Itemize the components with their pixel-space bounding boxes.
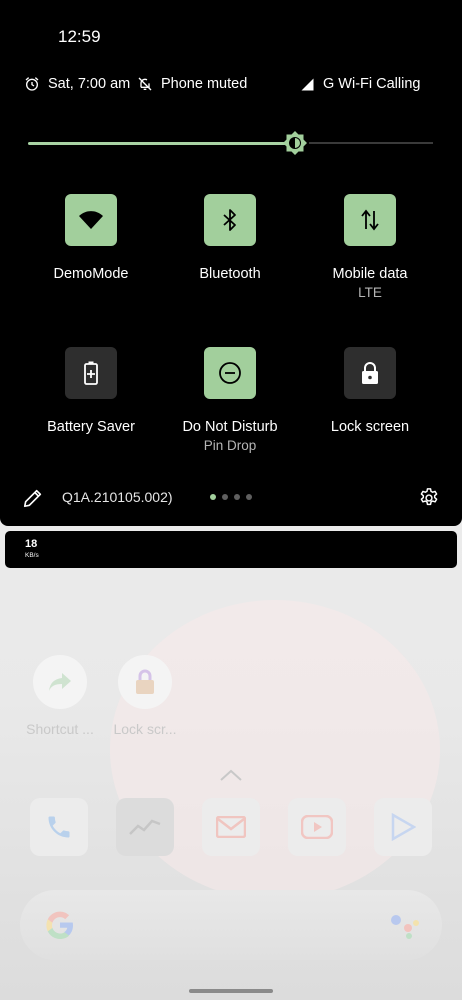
tile-bluetooth[interactable]: Bluetooth <box>155 194 305 282</box>
google-search-bar[interactable] <box>20 890 442 960</box>
home-shortcut-2-label: Lock scr... <box>113 721 177 737</box>
home-shortcut-1[interactable]: Shortcut ... <box>15 655 105 737</box>
tile-lock-screen-label: Lock screen <box>330 419 410 435</box>
page-dot <box>210 494 216 500</box>
phone-app-icon[interactable] <box>30 798 88 856</box>
ringer-status[interactable]: Phone muted <box>137 76 247 92</box>
page-dot <box>222 494 228 500</box>
battery-saver-icon <box>84 361 98 385</box>
tile-mobile-data[interactable]: Mobile data LTE <box>295 194 445 300</box>
lock-icon <box>118 655 172 709</box>
assistant-icon[interactable] <box>388 910 424 940</box>
tile-bluetooth-label: Bluetooth <box>199 266 261 282</box>
home-shortcut-1-label: Shortcut ... <box>26 721 94 737</box>
tile-battery-saver-button[interactable] <box>65 347 117 399</box>
network-status: G Wi-Fi Calling <box>300 76 420 92</box>
tile-do-not-disturb-label: Do Not Disturb <box>182 419 278 435</box>
page-dot <box>246 494 252 500</box>
page-dot <box>234 494 240 500</box>
app-drawer-chevron-icon[interactable] <box>219 768 243 782</box>
do-not-disturb-icon <box>219 362 241 384</box>
home-shortcut-2[interactable]: Lock scr... <box>100 655 190 737</box>
tile-do-not-disturb[interactable]: Do Not Disturb Pin Drop <box>155 347 305 453</box>
next-alarm[interactable]: Sat, 7:00 am <box>24 76 130 92</box>
lock-icon <box>362 362 378 384</box>
status-bar-time: 12:59 <box>58 27 101 46</box>
brightness-track-empty <box>309 142 433 144</box>
edit-pencil-icon[interactable] <box>22 487 44 509</box>
brightness-slider[interactable] <box>28 130 433 156</box>
network-status-text: G Wi-Fi Calling <box>323 76 421 92</box>
bluetooth-icon <box>223 209 236 231</box>
stocks-app-icon[interactable] <box>116 798 174 856</box>
build-number[interactable]: Q1A.210105.002) <box>62 489 173 505</box>
cell-signal-icon <box>301 78 314 90</box>
youtube-app-icon[interactable] <box>288 798 346 856</box>
brightness-track-filled <box>28 142 287 145</box>
tile-lock-screen[interactable]: Lock screen <box>295 347 445 435</box>
brightness-sun-icon[interactable] <box>282 130 308 156</box>
tile-mobile-data-sublabel: LTE <box>358 285 382 300</box>
tile-demo-mode[interactable]: DemoMode <box>16 194 166 282</box>
tile-mobile-data-label: Mobile data <box>332 266 408 282</box>
alarm-clock-icon <box>25 77 39 91</box>
play-store-app-icon[interactable] <box>374 798 432 856</box>
tile-lock-screen-button[interactable] <box>344 347 396 399</box>
share-arrow-icon <box>33 655 87 709</box>
tile-demo-mode-label: DemoMode <box>53 266 129 282</box>
tile-do-not-disturb-button[interactable] <box>204 347 256 399</box>
next-alarm-text: Sat, 7:00 am <box>48 76 131 92</box>
google-g-icon <box>46 911 73 939</box>
quick-settings-panel: 12:59 Sat, 7:00 am Phone muted G Wi-Fi C… <box>0 0 462 526</box>
tile-bluetooth-button[interactable] <box>204 194 256 246</box>
tile-battery-saver-label: Battery Saver <box>47 419 135 435</box>
network-speed-indicator: 18 KB/s <box>5 531 457 568</box>
network-speed-value: 18 <box>25 538 38 550</box>
settings-gear-icon[interactable] <box>418 487 440 509</box>
ringer-status-text: Phone muted <box>161 76 248 92</box>
tile-demo-mode-button[interactable] <box>65 194 117 246</box>
network-speed-unit: KB/s <box>25 552 39 559</box>
quick-settings-info-bar: Sat, 7:00 am Phone muted G Wi-Fi Calling <box>24 76 442 100</box>
tile-do-not-disturb-sublabel: Pin Drop <box>203 438 257 453</box>
tile-mobile-data-button[interactable] <box>344 194 396 246</box>
wifi-icon <box>79 211 103 229</box>
tile-battery-saver[interactable]: Battery Saver <box>16 347 166 435</box>
page-indicator <box>210 494 252 500</box>
mobile-data-arrows-icon <box>361 209 379 231</box>
gmail-app-icon[interactable] <box>202 798 260 856</box>
bell-off-icon <box>138 77 152 91</box>
gesture-nav-handle[interactable] <box>189 989 273 993</box>
